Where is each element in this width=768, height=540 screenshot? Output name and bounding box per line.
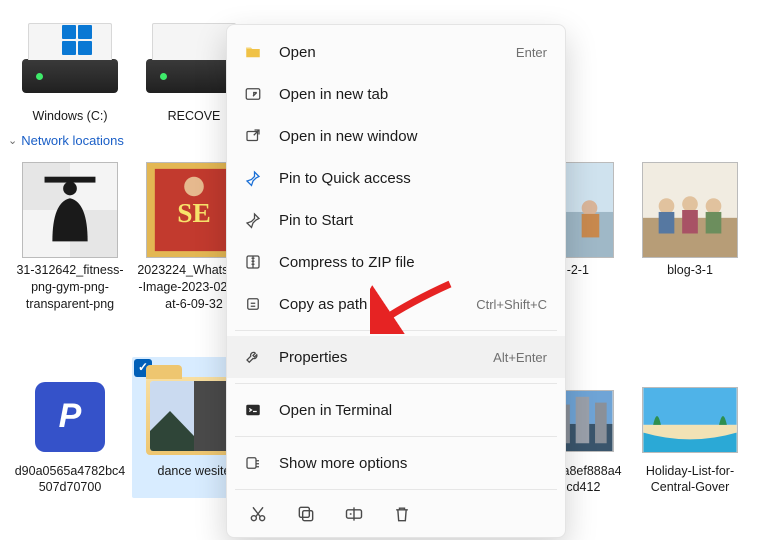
file-label: Holiday-List-for-Central-Gover	[632, 463, 748, 497]
zip-icon	[243, 252, 263, 272]
menu-item-label: Pin to Quick access	[279, 170, 547, 187]
menu-separator	[235, 383, 557, 384]
menu-item-label: Show more options	[279, 455, 547, 472]
menu-item-compress-to-zip-file[interactable]: Compress to ZIP file	[227, 241, 565, 283]
menu-item-show-more-options[interactable]: Show more options	[227, 442, 565, 484]
folder-icon	[243, 42, 263, 62]
menu-item-label: Open in new window	[279, 128, 547, 145]
file-item[interactable]: Holiday-List-for-Central-Gover	[628, 357, 752, 499]
menu-item-pin-to-quick-access[interactable]: Pin to Quick access	[227, 157, 565, 199]
terminal-icon	[243, 400, 263, 420]
menu-item-label: Properties	[279, 349, 477, 366]
drive-icon	[22, 59, 118, 93]
newtab-icon	[243, 84, 263, 104]
copy-icon[interactable]	[295, 503, 317, 525]
section-label: Network locations	[21, 133, 124, 148]
menu-item-open-in-terminal[interactable]: Open in Terminal	[227, 389, 565, 431]
delete-icon[interactable]	[391, 503, 413, 525]
menu-item-copy-as-path[interactable]: Copy as path Ctrl+Shift+C	[227, 283, 565, 325]
menu-separator	[235, 489, 557, 490]
menu-item-accelerator: Alt+Enter	[493, 350, 547, 365]
menu-item-open[interactable]: Open Enter	[227, 31, 565, 73]
menu-item-accelerator: Ctrl+Shift+C	[476, 297, 547, 312]
file-label: dance wesite	[158, 463, 231, 480]
menu-item-label: Open in Terminal	[279, 402, 547, 419]
menu-separator	[235, 436, 557, 437]
pin2-icon	[243, 210, 263, 230]
drive-windows-c[interactable]: Windows (C:)	[8, 2, 132, 127]
menu-item-label: Copy as path	[279, 296, 460, 313]
svg-text:SE: SE	[177, 198, 211, 228]
wrench-icon	[243, 347, 263, 367]
drive-label: RECOVE	[168, 108, 221, 125]
app-icon: P	[35, 382, 105, 452]
file-label: blog-3-1	[667, 262, 713, 279]
file-item[interactable]: blog-3-1	[628, 156, 752, 315]
menu-item-label: Compress to ZIP file	[279, 254, 547, 271]
more-icon	[243, 453, 263, 473]
menu-icon-row	[227, 495, 565, 531]
copypath-icon	[243, 294, 263, 314]
menu-item-accelerator: Enter	[516, 45, 547, 60]
chevron-down-icon: ⌄	[8, 134, 17, 147]
menu-item-label: Pin to Start	[279, 212, 547, 229]
drive-label: Windows (C:)	[32, 108, 107, 125]
pin-icon	[243, 168, 263, 188]
newwindow-icon	[243, 126, 263, 146]
context-menu: Open Enter Open in new tab Open in new wind…	[226, 24, 566, 538]
menu-item-open-in-new-tab[interactable]: Open in new tab	[227, 73, 565, 115]
rename-icon[interactable]	[343, 503, 365, 525]
file-label: d90a0565a4782bc4507d70700	[12, 463, 128, 497]
file-label: 31-312642_fitness-png-gym-png-transparen…	[12, 262, 128, 313]
menu-separator	[235, 330, 557, 331]
menu-item-label: Open in new tab	[279, 86, 547, 103]
cut-icon[interactable]	[247, 503, 269, 525]
menu-item-properties[interactable]: Properties Alt+Enter	[227, 336, 565, 378]
menu-item-label: Open	[279, 44, 500, 61]
menu-item-open-in-new-window[interactable]: Open in new window	[227, 115, 565, 157]
file-item[interactable]: P d90a0565a4782bc4507d70700	[8, 357, 132, 499]
file-item[interactable]: 31-312642_fitness-png-gym-png-transparen…	[8, 156, 132, 315]
menu-item-pin-to-start[interactable]: Pin to Start	[227, 199, 565, 241]
